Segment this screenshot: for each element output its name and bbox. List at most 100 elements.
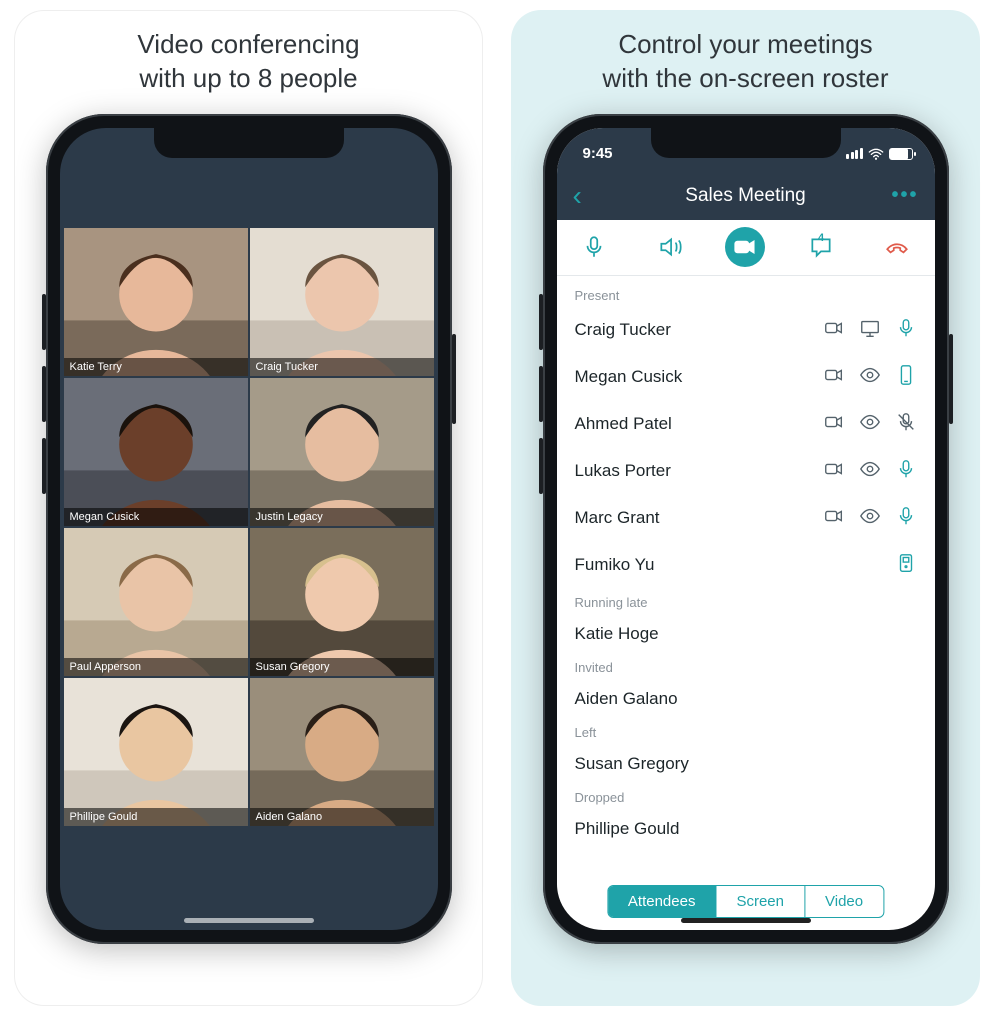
attendee-row[interactable]: Phillipe Gould <box>557 809 935 849</box>
video-icon <box>823 364 845 391</box>
home-indicator <box>681 918 811 923</box>
tab-video[interactable]: Video <box>805 886 883 917</box>
view-segmented-control[interactable]: Attendees Screen Video <box>607 885 884 918</box>
attendee-status-icons <box>823 411 917 438</box>
screen-icon <box>859 317 881 344</box>
meeting-title: Sales Meeting <box>557 185 935 207</box>
mute-button[interactable] <box>574 227 614 267</box>
view-icon <box>859 458 881 485</box>
attendee-name: Lukas Porter <box>575 461 671 481</box>
participant-name-label: Phillipe Gould <box>64 808 248 826</box>
back-button[interactable]: ‹ <box>573 180 582 212</box>
video-tile[interactable]: Katie Terry <box>64 228 248 376</box>
video-tile[interactable]: Aiden Galano <box>250 678 434 826</box>
participant-name-label: Justin Legacy <box>250 508 434 526</box>
participant-name-label: Susan Gregory <box>250 658 434 676</box>
phone-screen-right: 9:45 ‹ Sales Meeting ••• <box>557 128 935 930</box>
participant-name-label: Craig Tucker <box>250 358 434 376</box>
attendee-status-icons <box>823 505 917 532</box>
participant-name-label: Katie Terry <box>64 358 248 376</box>
participant-avatar <box>64 228 248 376</box>
roster-list[interactable]: Present Craig Tucker Megan Cusick Ahmed … <box>557 276 935 870</box>
promo-panel-video: Video conferencing with up to 8 people K… <box>14 10 483 1006</box>
meeting-toolbar: 4 <box>557 220 935 276</box>
nav-header: ‹ Sales Meeting ••• <box>557 172 935 220</box>
section-label: Running late <box>557 589 935 614</box>
section-label: Present <box>557 282 935 307</box>
attendee-row[interactable]: Lukas Porter <box>557 448 935 495</box>
video-tile[interactable]: Justin Legacy <box>250 378 434 526</box>
phone-notch <box>651 128 841 158</box>
tab-attendees[interactable]: Attendees <box>608 886 717 917</box>
attendee-status-icons <box>823 364 917 391</box>
mic-muted-icon <box>895 411 917 438</box>
mic-on-icon <box>895 317 917 344</box>
home-indicator <box>184 918 314 923</box>
participant-avatar <box>250 528 434 676</box>
section-label: Left <box>557 719 935 744</box>
attendee-name: Aiden Galano <box>575 689 678 709</box>
view-icon <box>859 411 881 438</box>
video-tile[interactable]: Paul Apperson <box>64 528 248 676</box>
section-label: Dropped <box>557 784 935 809</box>
more-button[interactable]: ••• <box>891 184 918 207</box>
phone-screen-left: Katie Terry Craig Tucker <box>60 128 438 930</box>
attendee-row[interactable]: Fumiko Yu <box>557 542 935 589</box>
attendee-row[interactable]: Craig Tucker <box>557 307 935 354</box>
panel-caption: Control your meetings with the on-screen… <box>602 28 888 96</box>
signal-icon <box>846 148 863 159</box>
mic-on-icon <box>895 458 917 485</box>
attendee-row[interactable]: Ahmed Patel <box>557 401 935 448</box>
panel-caption: Video conferencing with up to 8 people <box>137 28 359 96</box>
video-button[interactable] <box>725 227 765 267</box>
video-grid: Katie Terry Craig Tucker <box>60 228 438 826</box>
video-icon <box>823 458 845 485</box>
attendee-row[interactable]: Aiden Galano <box>557 679 935 719</box>
phone-notch <box>154 128 344 158</box>
phone-frame-right: 9:45 ‹ Sales Meeting ••• <box>543 114 949 944</box>
participant-avatar <box>64 378 248 526</box>
attendee-row[interactable]: Katie Hoge <box>557 614 935 654</box>
attendee-name: Phillipe Gould <box>575 819 680 839</box>
video-tile[interactable]: Phillipe Gould <box>64 678 248 826</box>
status-time: 9:45 <box>583 145 613 162</box>
video-tile[interactable]: Susan Gregory <box>250 528 434 676</box>
participant-name-label: Megan Cusick <box>64 508 248 526</box>
mobile-icon <box>895 364 917 391</box>
attendee-row[interactable]: Susan Gregory <box>557 744 935 784</box>
caption-line-2: with up to 8 people <box>139 63 357 93</box>
participant-avatar <box>64 528 248 676</box>
deskphone-icon <box>895 552 917 579</box>
attendee-row[interactable]: Marc Grant <box>557 495 935 542</box>
view-icon <box>859 505 881 532</box>
attendee-status-icons <box>823 317 917 344</box>
speaker-button[interactable] <box>650 227 690 267</box>
participant-avatar <box>64 678 248 826</box>
promo-panel-roster: Control your meetings with the on-screen… <box>511 10 980 1006</box>
view-icon <box>859 364 881 391</box>
video-icon <box>823 505 845 532</box>
attendee-status-icons <box>823 458 917 485</box>
attendee-name: Susan Gregory <box>575 754 689 774</box>
attendee-row[interactable]: Megan Cusick <box>557 354 935 401</box>
attendee-name: Ahmed Patel <box>575 414 672 434</box>
participant-avatar <box>250 228 434 376</box>
tab-screen[interactable]: Screen <box>716 886 805 917</box>
wifi-icon <box>868 148 884 160</box>
video-tile[interactable]: Megan Cusick <box>64 378 248 526</box>
attendee-status-icons <box>895 552 917 579</box>
video-tile[interactable]: Craig Tucker <box>250 228 434 376</box>
participant-avatar <box>250 678 434 826</box>
participant-name-label: Aiden Galano <box>250 808 434 826</box>
chat-button[interactable]: 4 <box>801 227 841 267</box>
video-icon <box>823 317 845 344</box>
caption-line-2: with the on-screen roster <box>602 63 888 93</box>
attendee-name: Craig Tucker <box>575 320 671 340</box>
hangup-button[interactable] <box>877 227 917 267</box>
status-icons <box>846 148 913 160</box>
phone-frame-left: Katie Terry Craig Tucker <box>46 114 452 944</box>
caption-line-1: Control your meetings <box>618 29 872 59</box>
attendee-name: Katie Hoge <box>575 624 659 644</box>
attendee-name: Megan Cusick <box>575 367 683 387</box>
participant-avatar <box>250 378 434 526</box>
